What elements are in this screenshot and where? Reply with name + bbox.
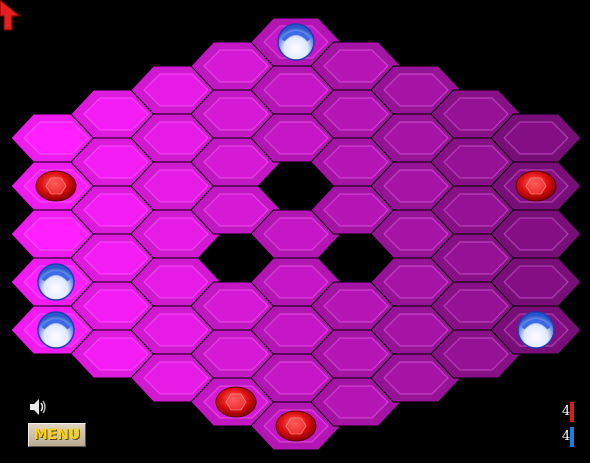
red-piece[interactable] — [275, 410, 317, 442]
blue-piece[interactable] — [517, 311, 555, 349]
blue-piece[interactable] — [37, 311, 75, 349]
game-board — [10, 17, 582, 451]
arrow-cursor-icon — [0, 0, 22, 31]
blue-piece[interactable] — [277, 23, 315, 61]
red-piece[interactable] — [515, 170, 557, 202]
red-piece[interactable] — [215, 386, 257, 418]
red-score: 4 — [560, 402, 574, 422]
menu-button[interactable]: MENU — [28, 423, 86, 447]
blue-piece[interactable] — [37, 263, 75, 301]
speaker-icon[interactable] — [27, 396, 49, 418]
blue-score: 4 — [560, 427, 574, 447]
red-piece[interactable] — [35, 170, 77, 202]
